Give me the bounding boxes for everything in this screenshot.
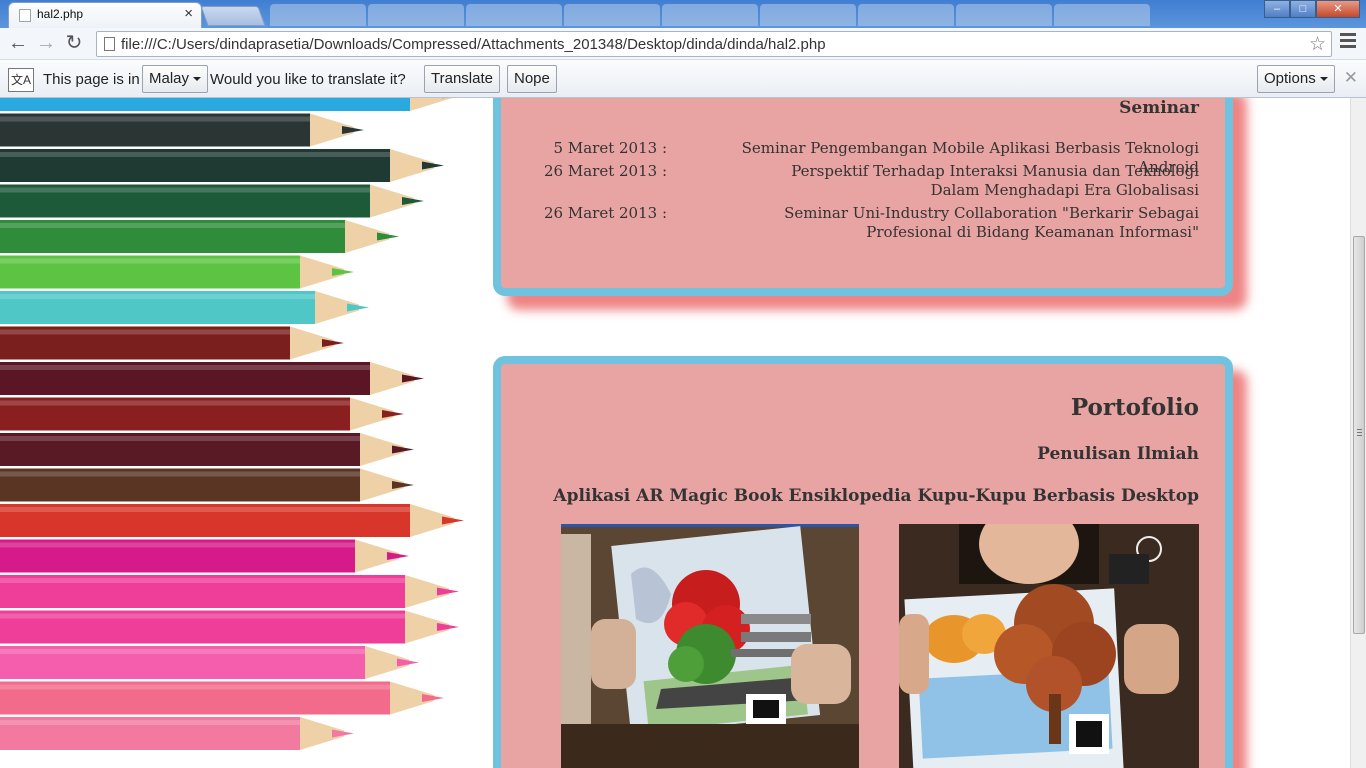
infobar-prefix: This page is in xyxy=(43,71,140,88)
ar-magic-book-photo-1 xyxy=(561,524,859,768)
minimize-button[interactable]: – xyxy=(1264,0,1290,18)
nope-button[interactable]: Nope xyxy=(507,65,557,93)
seminar-date: 26 Maret 2013 : xyxy=(544,162,667,180)
page-viewport: Seminar 5 Maret 2013 : Seminar Pengemban… xyxy=(0,98,1350,768)
scroll-thumb[interactable] xyxy=(1353,236,1365,634)
tab-close-icon[interactable]: × xyxy=(184,5,193,22)
seminar-date: 5 Maret 2013 : xyxy=(553,139,667,157)
seminar-desc: Perspektif Terhadap Interaksi Manusia da… xyxy=(791,162,1199,199)
ar-magic-book-photo-2 xyxy=(899,524,1199,768)
seminar-desc: Seminar Uni-Industry Collaboration "Berk… xyxy=(784,204,1199,241)
menu-icon[interactable] xyxy=(1340,33,1356,51)
portfolio-card: Portofolio Penulisan Ilmiah Aplikasi AR … xyxy=(493,356,1233,768)
forward-icon[interactable]: → xyxy=(34,32,58,56)
page-icon xyxy=(19,9,31,22)
colored-pencils-image xyxy=(0,98,464,750)
seminar-card: Seminar 5 Maret 2013 : Seminar Pengemban… xyxy=(493,98,1233,296)
infobar-question: Would you like to translate it? xyxy=(210,71,406,88)
options-button[interactable]: Options xyxy=(1257,65,1335,93)
reload-icon[interactable]: ↻ xyxy=(62,32,86,56)
options-label: Options xyxy=(1264,70,1316,87)
tab-hal2[interactable]: hal2.php × xyxy=(8,2,202,28)
language-select[interactable]: Malay xyxy=(142,65,209,93)
bookmark-star-icon[interactable]: ☆ xyxy=(1309,33,1326,56)
portfolio-title: Portofolio xyxy=(1070,394,1199,421)
language-value: Malay xyxy=(149,70,190,87)
close-infobar-icon[interactable]: ✕ xyxy=(1344,68,1358,88)
page-icon xyxy=(104,37,115,51)
translate-button[interactable]: Translate xyxy=(424,65,500,93)
close-window-button[interactable]: ✕ xyxy=(1316,0,1360,18)
window-controls: – □ ✕ xyxy=(1264,0,1360,18)
tab-title: hal2.php xyxy=(37,7,84,21)
browser-toolbar: ← → ↻ file:///C:/Users/dindaprasetia/Dow… xyxy=(0,28,1366,60)
address-bar[interactable]: file:///C:/Users/dindaprasetia/Downloads… xyxy=(96,31,1332,57)
portfolio-subtitle: Penulisan Ilmiah xyxy=(1037,444,1199,464)
seminar-date: 26 Maret 2013 : xyxy=(544,204,667,222)
title-bar: hal2.php × – □ ✕ xyxy=(0,0,1366,28)
portfolio-app-title: Aplikasi AR Magic Book Ensiklopedia Kupu… xyxy=(553,486,1199,506)
chevron-down-icon xyxy=(193,77,202,82)
translate-infobar: 文A This page is in Malay Would you like … xyxy=(0,60,1366,98)
url-text[interactable]: file:///C:/Users/dindaprasetia/Downloads… xyxy=(121,36,826,53)
translate-icon: 文A xyxy=(8,68,34,92)
taskbar-ghost-tabs xyxy=(270,4,1150,26)
chevron-down-icon xyxy=(1319,77,1328,82)
new-tab-button[interactable] xyxy=(200,6,266,26)
vertical-scrollbar[interactable] xyxy=(1350,98,1366,768)
seminar-title: Seminar xyxy=(1119,98,1199,118)
scroll-grip-icon xyxy=(1357,429,1362,438)
maximize-button[interactable]: □ xyxy=(1290,0,1316,18)
back-icon[interactable]: ← xyxy=(6,32,30,56)
